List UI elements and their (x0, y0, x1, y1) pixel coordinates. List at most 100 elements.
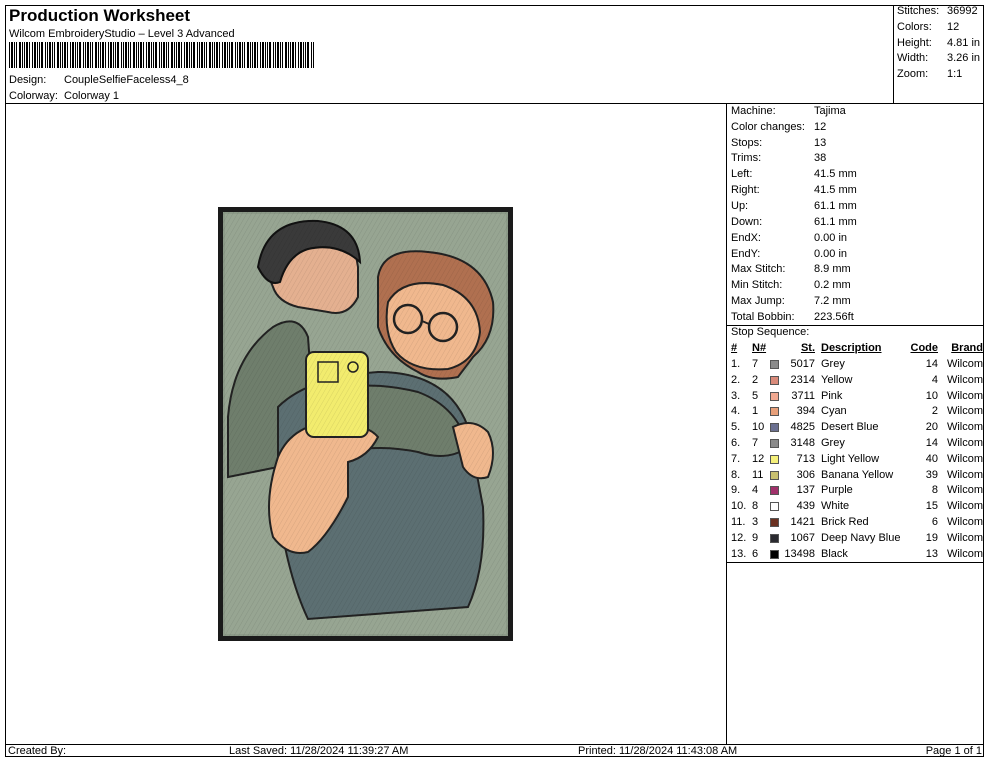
needle-number: 10 (752, 421, 765, 434)
thread-brand: Wilcom (946, 373, 983, 386)
stitch-count: 394 (796, 405, 815, 418)
barcode-image (9, 42, 314, 68)
color-swatch-icon (770, 423, 779, 433)
last-saved: Last Saved: 11/28/2024 11:39:27 AM (229, 745, 409, 757)
thread-brand: Wilcom (946, 389, 983, 402)
stop-sequence-row: 6. 7 3148 Grey 14 Wilcom (731, 437, 984, 452)
thread-brand: Wilcom (946, 500, 983, 513)
needle-number: 2 (752, 373, 759, 386)
color-code: 13 (925, 547, 938, 560)
stitch-count: 13498 (784, 547, 815, 560)
needle-number: 8 (752, 500, 759, 513)
stop-sequence-row: 1. 7 5017 Grey 14 Wilcom (731, 358, 984, 373)
color-description: Banana Yellow (821, 468, 894, 481)
thread-brand: Wilcom (946, 484, 983, 497)
needle-number: 1 (752, 405, 759, 418)
stitch-count: 3148 (790, 437, 815, 449)
color-swatch-icon (770, 518, 779, 527)
row-index: 1. (731, 358, 741, 370)
needle-number: 12 (752, 452, 765, 465)
thread-brand: Wilcom (946, 405, 983, 418)
stitch-count: 2314 (790, 373, 815, 386)
needle-number: 5 (752, 389, 759, 402)
design-label: Design: (9, 74, 47, 86)
footer-divider (5, 744, 984, 745)
row-index: 3. (731, 389, 741, 402)
color-description: Cyan (821, 405, 847, 418)
row-index: 2. (731, 373, 741, 386)
stop-sequence-row: 11. 3 1421 Brick Red 6 Wilcom (731, 516, 984, 531)
stitch-count: 713 (796, 452, 815, 465)
colorway-label: Colorway: (9, 90, 58, 102)
color-description: Purple (821, 484, 853, 497)
sidebar-divider (726, 103, 727, 744)
row-index: 9. (731, 484, 741, 497)
page-number: Page 1 of 1 (925, 745, 982, 757)
color-description: Yellow (821, 373, 853, 386)
stats-divider (893, 5, 894, 103)
color-code: 6 (931, 516, 938, 528)
stitch-count: 1421 (790, 516, 815, 528)
color-swatch-icon (770, 502, 779, 512)
stitch-count: 306 (796, 468, 815, 481)
embroidery-design-preview (218, 207, 513, 641)
color-description: Light Yellow (821, 452, 880, 465)
row-index: 8. (731, 468, 741, 481)
software-name: Wilcom EmbroideryStudio – Level 3 Advanc… (9, 28, 235, 40)
stitch-count: 3711 (791, 389, 815, 402)
row-index: 13. (731, 547, 747, 560)
needle-number: 3 (752, 516, 759, 528)
color-swatch-icon (770, 439, 779, 448)
stitch-count: 4825 (790, 421, 815, 434)
color-code: 20 (925, 421, 938, 434)
thread-brand: Wilcom (946, 547, 983, 560)
color-swatch-icon (770, 549, 779, 559)
color-code: 19 (925, 531, 938, 544)
color-code: 8 (931, 484, 938, 497)
color-code: 4 (931, 373, 938, 386)
stitch-count: 439 (796, 500, 815, 513)
color-code: 10 (925, 389, 938, 402)
color-description: Grey (821, 437, 845, 449)
color-description: Grey (821, 358, 845, 370)
color-swatch-icon (770, 375, 779, 385)
stop-sequence-row: 10. 8 439 White 15 Wilcom (731, 500, 984, 515)
needle-number: 7 (752, 437, 759, 449)
stop-sequence-row: 3. 5 3711 Pink 10 Wilcom (731, 390, 984, 405)
color-description: Deep Navy Blue (821, 531, 901, 544)
needle-number: 6 (752, 547, 759, 560)
stop-sequence-row: 13. 6 13498 Black 13 Wilcom (731, 548, 984, 563)
stop-sequence-row: 4. 1 394 Cyan 2 Wilcom (731, 405, 984, 420)
stitch-count: 1067 (790, 531, 815, 544)
stitch-count: 5017 (790, 358, 815, 370)
printed-date: Printed: 11/28/2024 11:43:08 AM (578, 745, 738, 757)
color-description: Desert Blue (821, 421, 879, 434)
stop-sequence-row: 5. 10 4825 Desert Blue 20 Wilcom (731, 421, 984, 436)
colorway-value: Colorway 1 (64, 90, 120, 102)
thread-brand: Wilcom (946, 531, 983, 544)
stop-sequence-row: 12. 9 1067 Deep Navy Blue 19 Wilcom (731, 532, 984, 547)
needle-number: 11 (752, 468, 764, 481)
needle-number: 7 (752, 358, 759, 370)
color-swatch-icon (770, 486, 779, 496)
page-title: Production Worksheet (9, 6, 191, 25)
header-divider (5, 103, 984, 104)
color-code: 15 (925, 500, 938, 513)
color-swatch-icon (770, 470, 779, 480)
color-code: 14 (925, 358, 938, 370)
color-swatch-icon (770, 454, 779, 464)
needle-number: 4 (752, 484, 759, 497)
color-swatch-icon (770, 360, 779, 369)
stop-sequence-row: 2. 2 2314 Yellow 4 Wilcom (731, 374, 984, 389)
needle-number: 9 (752, 531, 759, 544)
color-description: Pink (821, 389, 843, 402)
stop-sequence-row: 7. 12 713 Light Yellow 40 Wilcom (731, 453, 984, 468)
row-index: 10. (731, 500, 747, 513)
thread-brand: Wilcom (946, 358, 983, 370)
stop-sequence-title: Stop Sequence: (731, 326, 810, 338)
color-code: 39 (925, 468, 938, 481)
thread-brand: Wilcom (946, 516, 983, 528)
row-index: 6. (731, 437, 741, 449)
color-description: Brick Red (821, 516, 869, 528)
row-index: 12. (731, 531, 747, 544)
